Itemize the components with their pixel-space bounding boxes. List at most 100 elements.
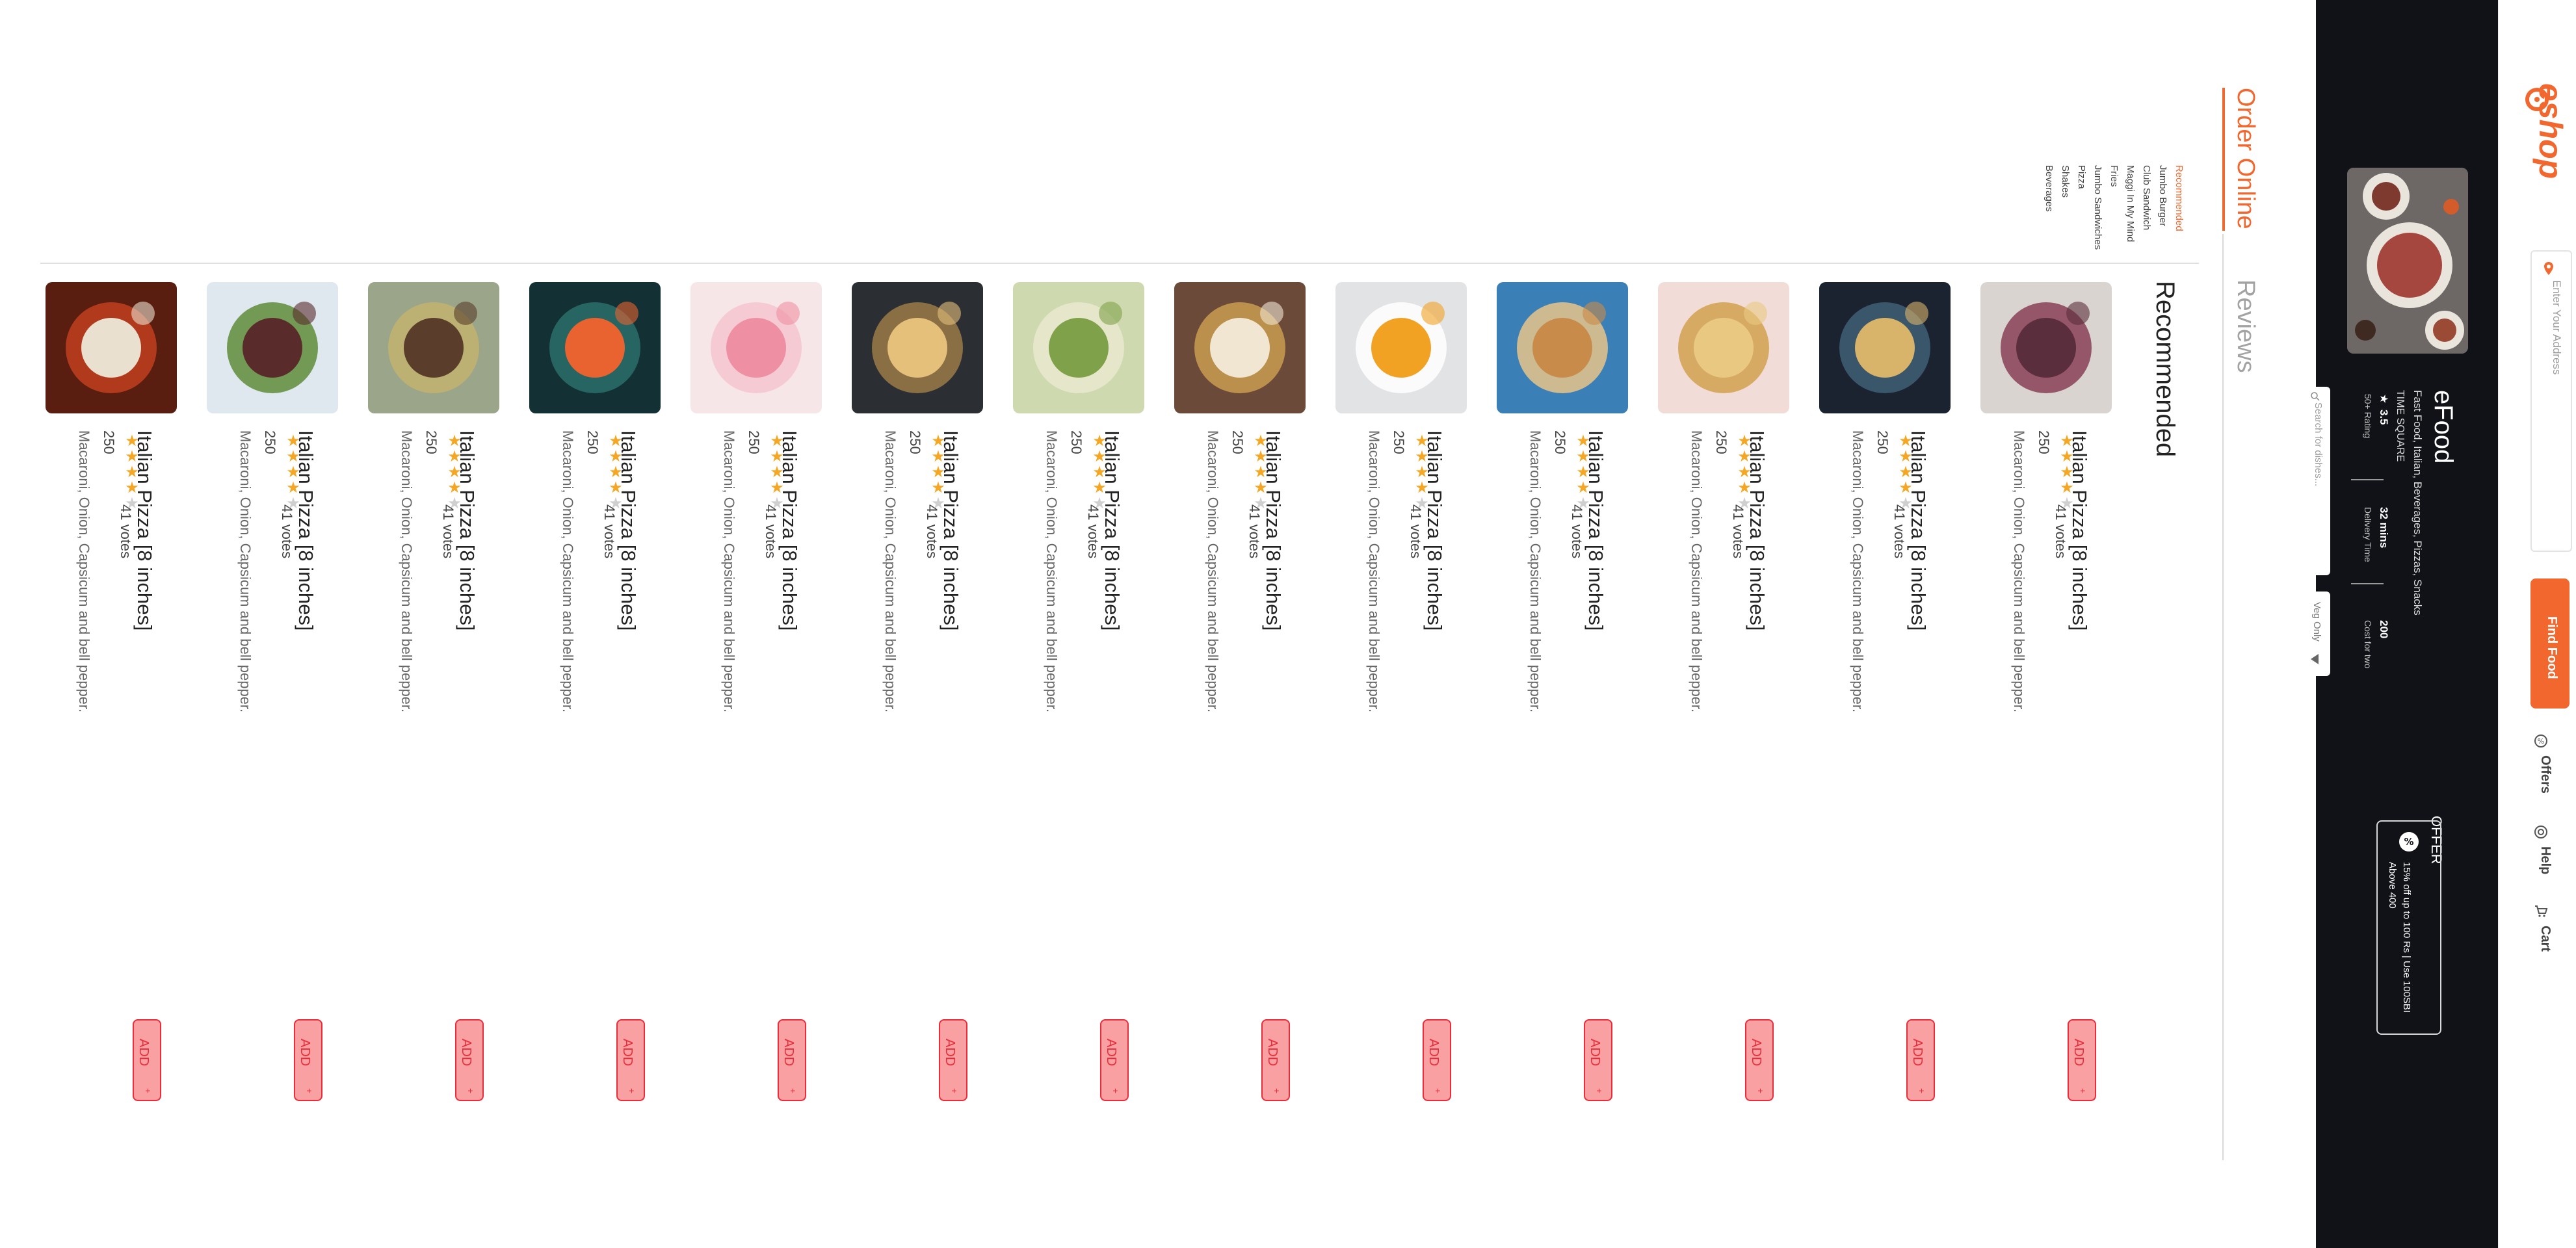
main-divider (2222, 234, 2224, 1160)
add-button-label: ADD (782, 1039, 796, 1067)
add-to-cart-button[interactable]: ADD + (133, 1019, 161, 1101)
category-item[interactable]: Beverages (2044, 165, 2055, 212)
nav-help[interactable]: Help (2538, 846, 2553, 874)
dish-price: 250 (423, 430, 440, 454)
dish-price: 250 (585, 430, 601, 454)
dish-price: 250 (1229, 430, 1246, 454)
offers-icon: % (2534, 734, 2547, 748)
dish-votes: 41 votes (1246, 504, 1263, 559)
add-button-label: ADD (137, 1039, 151, 1067)
veg-only-label: Veg Only (2311, 602, 2322, 642)
add-to-cart-button[interactable]: ADD + (294, 1019, 322, 1101)
svg-text:%: % (2538, 737, 2544, 746)
dish-votes: 41 votes (1569, 504, 1585, 559)
dish-votes: 41 votes (1085, 504, 1101, 559)
add-button-label: ADD (943, 1039, 957, 1067)
restaurant-cuisines: Fast Food, Italian, Beverages, Pizzas, S… (2412, 390, 2424, 616)
find-food-button[interactable]: Find Food (2530, 578, 2569, 708)
tab-reviews[interactable]: Reviews (2231, 280, 2259, 373)
dish-card: Italian Pizza [8 inches] ★ ★ ★ ★ ★ 41 votes 250… (848, 282, 984, 1127)
add-to-cart-button[interactable]: ADD + (455, 1019, 484, 1101)
category-item[interactable]: Maggi In My Mind (2125, 165, 2136, 242)
dish-votes: 41 votes (440, 504, 456, 559)
add-button-label: ADD (1265, 1039, 1280, 1067)
dish-price: 250 (746, 430, 762, 454)
dish-description: Macaroni, Onion, Capsicum and bell peppe… (560, 430, 576, 713)
nav-offers[interactable]: Offers (2538, 755, 2553, 794)
dish-description: Macaroni, Onion, Capsicum and bell peppe… (1205, 430, 1221, 713)
dish-image (1980, 282, 2112, 413)
dish-image (690, 282, 822, 413)
dish-votes: 41 votes (601, 504, 618, 559)
dish-price: 250 (1068, 430, 1084, 454)
category-item[interactable]: Pizza (2076, 165, 2087, 189)
dish-price: 250 (907, 430, 923, 454)
category-item[interactable]: Fries (2109, 165, 2120, 187)
restaurant-image (2347, 168, 2468, 354)
category-item[interactable]: Club Sandwich (2141, 165, 2152, 230)
dish-card: Italian Pizza [8 inches] ★ ★ ★ ★ ★ 41 votes 250… (1977, 282, 2113, 1127)
category-item[interactable]: Shakes (2060, 165, 2071, 198)
dish-votes: 41 votes (279, 504, 295, 559)
restaurant-location: TIME SQUARE (2395, 390, 2406, 462)
dish-votes: 41 votes (118, 504, 134, 559)
cost-value: 200 (2378, 620, 2390, 639)
dish-card: Italian Pizza [8 inches] ★ ★ ★ ★ ★ 41 votes 250… (1815, 282, 1952, 1127)
search-dishes-input[interactable]: Search for dishes... (2302, 387, 2330, 575)
rating-label: 50+ Rating (2363, 394, 2373, 439)
help-icon (2534, 826, 2547, 838)
add-button-label: ADD (459, 1039, 473, 1067)
dish-description: Macaroni, Onion, Capsicum and bell peppe… (1044, 430, 1060, 713)
add-button-label: ADD (620, 1039, 635, 1067)
add-to-cart-button[interactable]: ADD + (1745, 1019, 1774, 1101)
dish-image (1013, 282, 1144, 413)
category-item[interactable]: Jumbo Burger (2157, 165, 2168, 226)
dish-description: Macaroni, Onion, Capsicum and bell peppe… (882, 430, 899, 713)
add-to-cart-button[interactable]: ADD + (1584, 1019, 1612, 1101)
dish-description: Macaroni, Onion, Capsicum and bell peppe… (1527, 430, 1544, 713)
add-to-cart-button[interactable]: ADD + (1423, 1019, 1451, 1101)
dish-description: Macaroni, Onion, Capsicum and bell peppe… (1366, 430, 1382, 713)
add-button-label: ADD (1749, 1039, 1763, 1067)
category-item[interactable]: Recommended (2174, 165, 2185, 231)
add-button-label: ADD (1104, 1039, 1118, 1067)
add-to-cart-button[interactable]: ADD + (778, 1019, 806, 1101)
dish-description: Macaroni, Onion, Capsicum and bell peppe… (2011, 430, 2027, 713)
stat-divider (2351, 583, 2384, 584)
plus-icon: + (1272, 1088, 1282, 1094)
dish-votes: 41 votes (1408, 504, 1424, 559)
add-to-cart-button[interactable]: ADD + (939, 1019, 967, 1101)
dish-description: Macaroni, Onion, Capsicum and bell peppe… (1689, 430, 1705, 713)
veg-only-toggle[interactable]: Veg Only (2302, 592, 2330, 676)
plus-icon: + (627, 1088, 637, 1094)
plus-icon: + (1755, 1088, 1766, 1094)
offer-badge-icon: % (2399, 832, 2419, 852)
cost-label: Cost for two (2363, 620, 2373, 669)
address-input[interactable]: Enter Your Address (2530, 250, 2572, 552)
section-title: Recommended (2151, 281, 2179, 458)
add-button-label: ADD (1426, 1039, 1441, 1067)
tab-order-online[interactable]: Order Online (2231, 88, 2259, 229)
add-to-cart-button[interactable]: ADD + (2068, 1019, 2096, 1101)
plus-icon: + (1594, 1088, 1605, 1094)
dish-description: Macaroni, Onion, Capsicum and bell peppe… (76, 430, 92, 713)
add-to-cart-button[interactable]: ADD + (1906, 1019, 1935, 1101)
dish-price: 250 (101, 430, 117, 454)
add-to-cart-button[interactable]: ADD + (1261, 1019, 1290, 1101)
find-food-label: Find Food (2545, 616, 2559, 679)
svg-text:%: % (2404, 836, 2413, 848)
add-to-cart-button[interactable]: ADD + (616, 1019, 645, 1101)
search-icon (2311, 392, 2320, 401)
dish-image (1497, 282, 1628, 413)
nav-cart[interactable]: Cart (2538, 926, 2553, 952)
dish-price: 250 (262, 430, 278, 454)
dish-image (46, 282, 177, 413)
category-divider (40, 263, 2199, 264)
plus-icon: + (1111, 1088, 1121, 1094)
delivery-label: Delivery Time (2363, 507, 2373, 562)
category-item[interactable]: Jumbo Sandwiches (2092, 165, 2103, 250)
add-to-cart-button[interactable]: ADD + (1100, 1019, 1129, 1101)
dish-price: 250 (1391, 430, 1407, 454)
dish-votes: 41 votes (2053, 504, 2069, 559)
brand-logo[interactable]: eshop (2532, 83, 2569, 179)
